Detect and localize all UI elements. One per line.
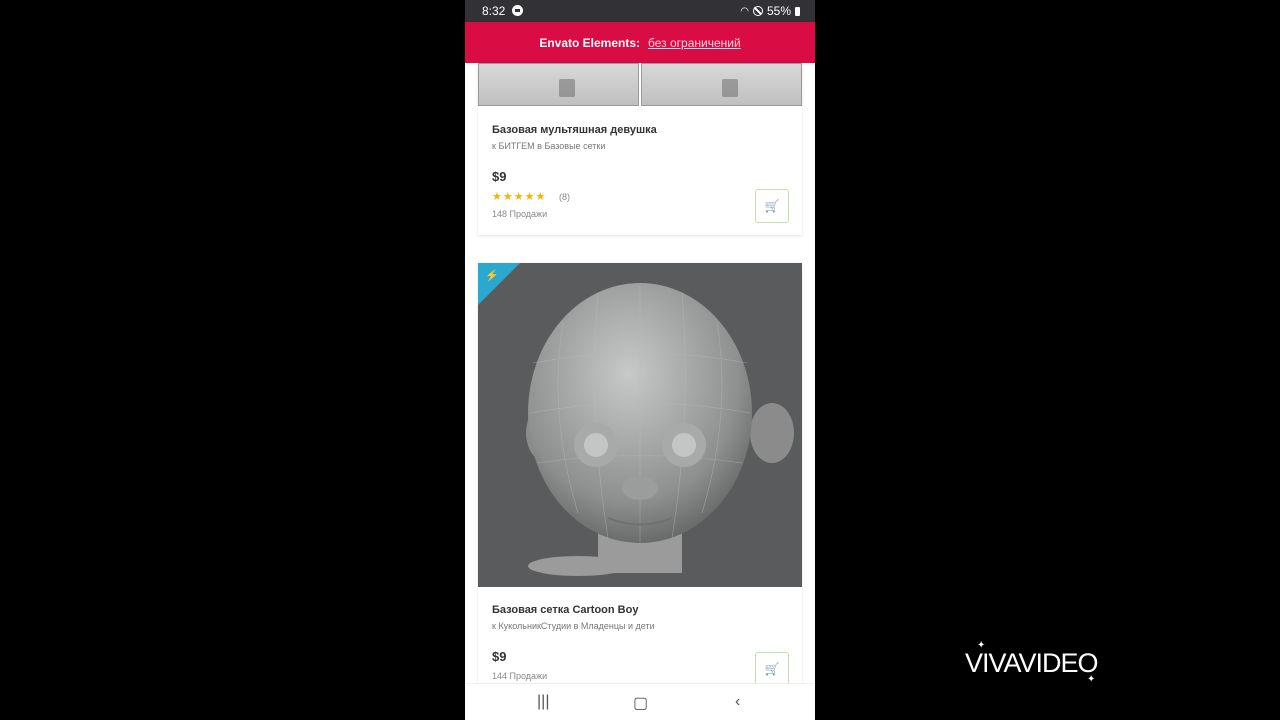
product-card[interactable]: Базовая мультяшная девушка к БИТГЕМ в Ба… [478,63,802,235]
banner-link[interactable]: без ограничений [648,36,741,50]
sales-count: 148 Продажи [492,209,548,219]
preview-image-right[interactable] [641,63,802,106]
product-preview-images[interactable] [478,63,802,106]
phone-screen: 8:32 ◠ 55% Envato Elements: без ограниче… [465,0,815,720]
battery-icon [795,6,800,16]
status-time: 8:32 [482,4,506,18]
promo-banner[interactable]: Envato Elements: без ограничений [465,22,815,63]
cart-icon: 🛒 [764,662,780,676]
cartoon-head-render [526,283,794,576]
status-bar: 8:32 ◠ 55% [465,0,815,22]
product-title[interactable]: Базовая мультяшная девушка [492,124,657,136]
banner-brand: Envato Elements: [539,35,641,50]
add-to-cart-button[interactable]: 🛒 [755,189,789,223]
product-price: $9 [492,649,507,664]
product-author[interactable]: к КукольникСтудии в Младенцы и дети [492,621,655,631]
status-icons: ◠ 55% [740,4,800,18]
do-not-disturb-icon [752,6,763,16]
screen-record-icon [512,5,523,16]
preview-image-left[interactable] [478,63,639,106]
product-preview-image[interactable]: ⚡ [478,263,802,587]
product-title[interactable]: Базовая сетка Cartoon Boy [492,604,638,616]
add-to-cart-button[interactable]: 🛒 [755,652,789,686]
wifi-icon: ◠ [740,5,749,17]
cart-icon: 🛒 [764,199,780,213]
recent-apps-icon[interactable]: ||| [537,693,549,711]
product-price: $9 [492,169,507,184]
watermark-text: VIVAVIDEO [965,648,1099,678]
system-navigation-bar: ||| ▢ ‹ [465,683,815,720]
sparkle-icon: ✦ [1087,674,1095,685]
home-icon[interactable]: ▢ [633,693,648,713]
battery-percent: 55% [766,4,791,18]
product-author[interactable]: к БИТГЕМ в Базовые сетки [492,141,605,151]
watermark: VIVAVIDEO ✦ ✦ [965,640,1099,685]
product-card[interactable]: ⚡ Базовая сетка Cartoon Boy к КукольникС… [478,263,802,703]
back-icon[interactable]: ‹ [735,693,740,711]
rating-count: (8) [559,192,570,202]
sales-count: 144 Продажи [492,671,548,681]
sparkle-icon: ✦ [977,640,985,651]
rating-stars: ★★★★★ [492,191,547,203]
lightning-icon: ⚡ [485,270,499,282]
